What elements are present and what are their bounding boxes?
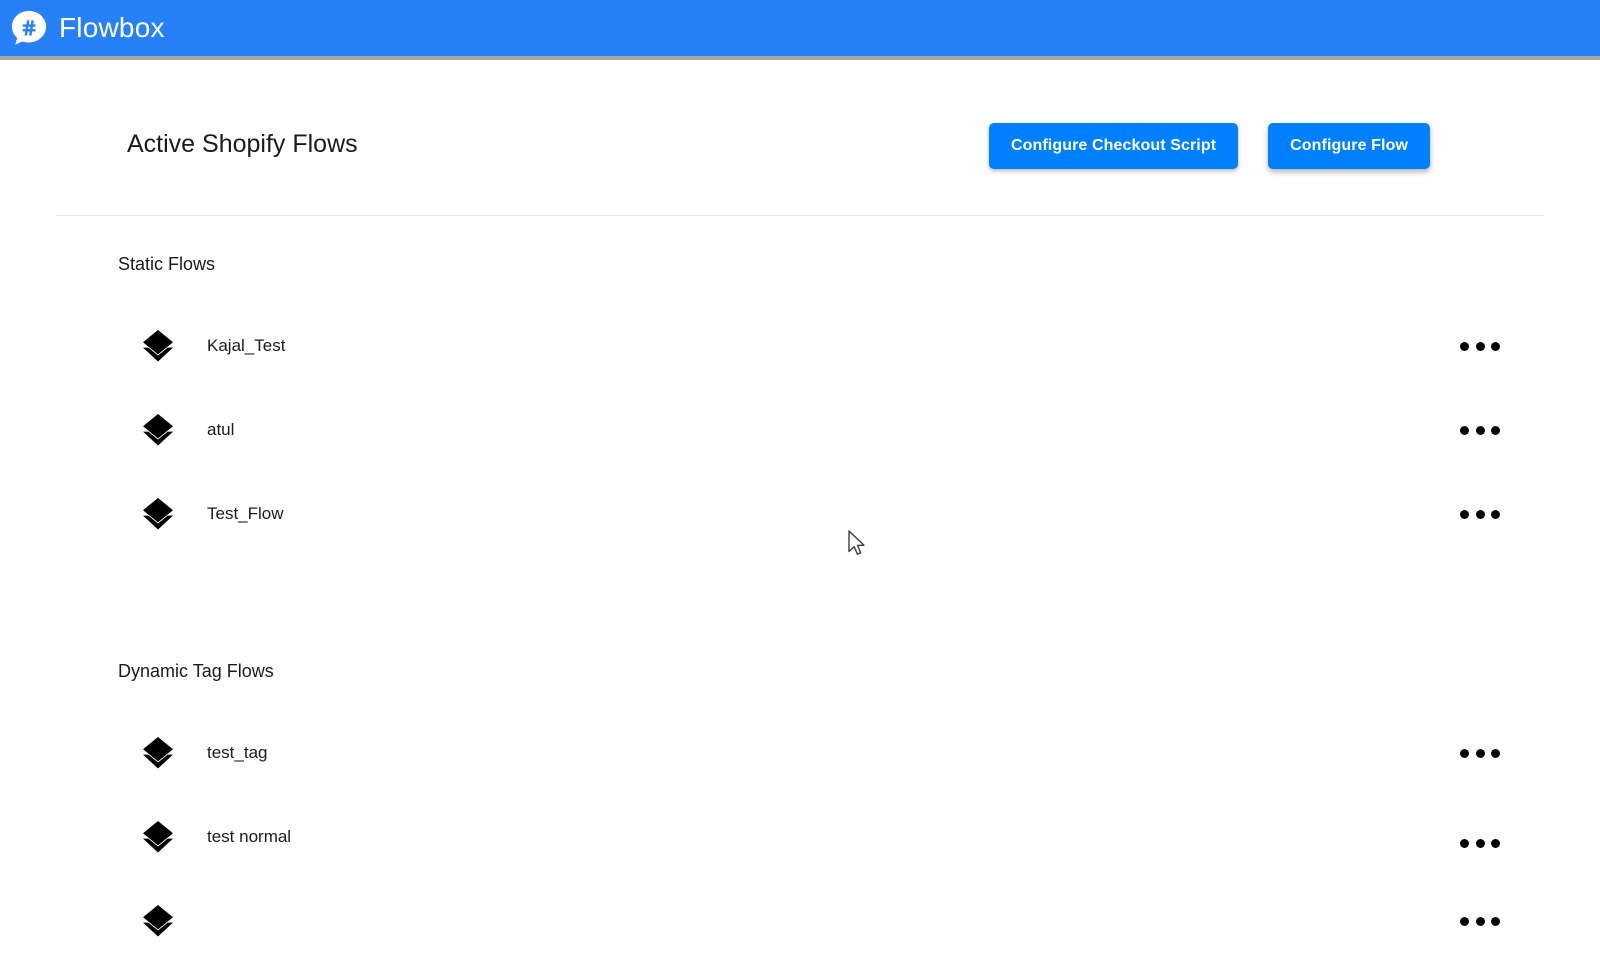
app-header-bar: Flowbox <box>0 0 1600 60</box>
page-header-actions: Configure Checkout Script Configure Flow <box>988 123 1430 169</box>
section-static-flows: Static Flows Kajal_Test atul Test_Flow <box>0 246 1600 556</box>
section-title: Static Flows <box>118 254 216 274</box>
chat-bubble-hash-icon <box>11 10 47 45</box>
configure-checkout-script-button[interactable]: Configure Checkout Script <box>988 123 1239 169</box>
brand-name: Flowbox <box>59 12 165 43</box>
more-options-icon[interactable] <box>1460 907 1500 935</box>
flow-row[interactable]: test_tag <box>0 711 1600 795</box>
flow-name: Kajal_Test <box>207 336 286 355</box>
flow-row[interactable]: Kajal_Test <box>0 304 1600 388</box>
flow-name: test normal <box>207 827 292 846</box>
page-title: Active Shopify Flows <box>127 130 358 158</box>
layers-icon <box>143 498 173 530</box>
layers-icon <box>143 905 173 937</box>
configure-flow-button[interactable]: Configure Flow <box>1268 123 1430 169</box>
flow-row[interactable]: test normal <box>0 795 1600 879</box>
layers-icon <box>143 737 173 769</box>
flow-list: Kajal_Test atul Test_Flow <box>0 304 1600 556</box>
flow-row[interactable] <box>0 879 1600 963</box>
more-options-icon[interactable] <box>1460 739 1500 767</box>
flow-row[interactable]: Test_Flow <box>0 472 1600 556</box>
layers-icon <box>143 821 173 853</box>
flow-name: Test_Flow <box>207 504 284 523</box>
more-options-icon[interactable] <box>1460 500 1500 528</box>
flow-row[interactable]: atul <box>0 388 1600 472</box>
layers-icon <box>143 330 173 362</box>
flow-list: test_tag test normal <box>0 711 1600 963</box>
layers-icon <box>143 414 173 446</box>
page-body: Active Shopify Flows Configure Checkout … <box>0 64 1600 937</box>
more-options-icon[interactable] <box>1460 829 1500 857</box>
flow-name: atul <box>207 420 235 439</box>
page-header: Active Shopify Flows Configure Checkout … <box>56 112 1544 212</box>
flow-name: test_tag <box>207 743 268 762</box>
section-title: Dynamic Tag Flows <box>118 661 274 681</box>
more-options-icon[interactable] <box>1460 332 1500 360</box>
flow-sections: Static Flows Kajal_Test atul Test_Flow D… <box>0 234 1600 963</box>
header-divider <box>56 215 1544 216</box>
section-dynamic-tag-flows: Dynamic Tag Flows test_tag test normal <box>0 653 1600 963</box>
more-options-icon[interactable] <box>1460 416 1500 444</box>
